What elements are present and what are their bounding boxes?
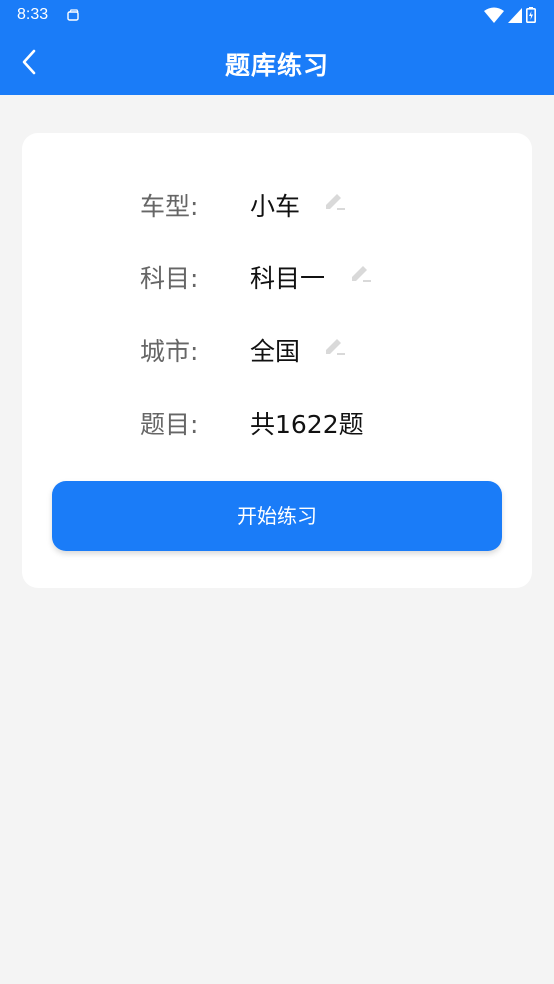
notification-icon <box>66 8 80 27</box>
status-time: 8:33 <box>17 6 49 23</box>
question-count-value: 共1622题 <box>250 410 364 439</box>
row-car-type: 车型: 小车 <box>22 183 532 223</box>
subject-value[interactable]: 科目一 <box>250 259 325 295</box>
edit-icon[interactable] <box>322 334 348 360</box>
city-label: 城市: <box>140 337 199 366</box>
subject-label: 科目: <box>140 264 199 293</box>
edit-icon[interactable] <box>322 189 348 215</box>
car-type-value[interactable]: 小车 <box>250 187 300 223</box>
battery-icon <box>526 7 536 27</box>
row-city: 城市: 全国 <box>22 328 532 368</box>
row-subject: 科目: 科目一 <box>22 255 532 295</box>
system-icons <box>484 7 536 27</box>
signal-icon <box>508 7 522 27</box>
practice-settings-card: 车型: 小车 科目: 科目一 城市: 全国 题目: 共1622题 开始练习 <box>22 133 532 588</box>
row-question-count: 题目: 共1622题 <box>22 401 532 441</box>
wifi-icon <box>484 7 504 27</box>
start-practice-button[interactable]: 开始练习 <box>52 481 502 551</box>
edit-icon[interactable] <box>348 261 374 287</box>
car-type-label: 车型: <box>140 192 199 221</box>
app-bar: 题库练习 <box>0 30 554 95</box>
city-value[interactable]: 全国 <box>250 332 300 368</box>
question-count-label: 题目: <box>140 410 199 439</box>
page-title: 题库练习 <box>224 51 329 80</box>
status-bar: 8:33 <box>0 0 554 30</box>
